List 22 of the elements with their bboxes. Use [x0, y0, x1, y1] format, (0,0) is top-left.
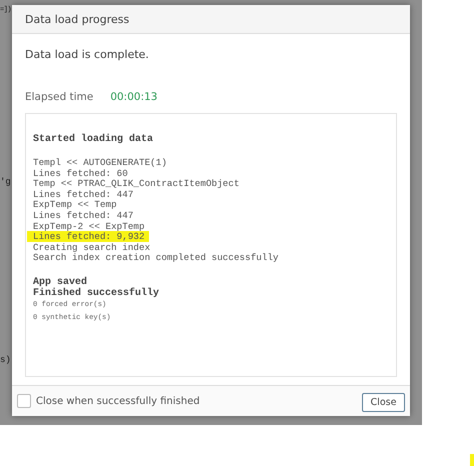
status-message: Data load is complete.	[25, 48, 150, 61]
log-line: ExpTemp << Temp	[33, 199, 117, 210]
log-line: Lines fetched: 447	[33, 188, 134, 200]
log-line: Lines fetched: 60	[33, 168, 128, 179]
dialog-title: Data load progress	[25, 12, 130, 26]
log-line: Search index creation completed successfully	[33, 252, 278, 264]
log-line: Templ << AUTOGENERATE(1)	[33, 157, 167, 168]
code-fragment: 'g	[0, 177, 11, 187]
highlight-mark	[470, 454, 474, 466]
log-line: Lines fetched: 447	[33, 210, 134, 221]
close-button[interactable]: Close	[362, 393, 405, 412]
log-line: Temp << PTRAC_QLIK_ContractItemObject	[33, 178, 240, 190]
log-line: App saved	[33, 276, 88, 288]
elapsed-label: Elapsed time	[25, 91, 94, 103]
log-line: ExpTemp-2 << ExpTemp	[33, 220, 145, 232]
elapsed-value: 00:00:13	[110, 91, 158, 103]
log-line: Finished successfully	[33, 288, 160, 299]
log-line: Creating search index	[33, 242, 150, 253]
checkbox-label[interactable]: Close when successfully finished	[36, 396, 200, 406]
code-fragment: s)	[0, 355, 11, 365]
checkbox[interactable]	[17, 394, 31, 408]
log-line: Started loading data	[33, 134, 154, 145]
